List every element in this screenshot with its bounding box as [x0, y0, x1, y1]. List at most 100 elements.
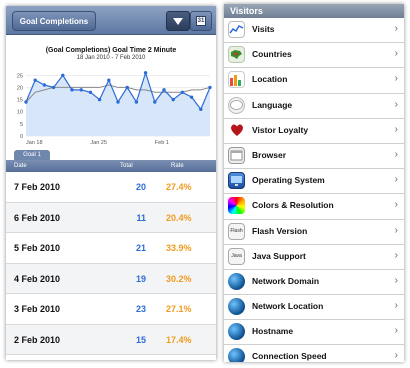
globe-icon	[228, 272, 245, 290]
dropdown-arrow-icon	[173, 17, 183, 25]
color-wheel-icon	[228, 197, 245, 215]
goal-table: 7 Feb 2010 20 27.4% 6 Feb 2010 11 20.4% …	[6, 172, 216, 355]
row-rate: 30.2%	[166, 273, 192, 284]
menu-item-label: Visits	[252, 24, 275, 34]
data-point	[33, 78, 37, 82]
calendar-button[interactable]: 31	[190, 11, 212, 31]
menu-item-label: Java Support	[252, 250, 306, 261]
menu-item-visitor-loyalty[interactable]: Vistor Loyalty ›	[224, 118, 404, 144]
row-total: 11	[136, 212, 146, 223]
row-total: 15	[135, 334, 146, 345]
chevron-right-icon: ›	[394, 199, 398, 211]
monitor-icon	[228, 172, 245, 190]
menu-item-label: Vistor Loyalty	[252, 124, 309, 135]
menu-item-colors-resolution[interactable]: Colors & Resolution ›	[224, 194, 404, 220]
menu-item-label: Network Location	[252, 301, 324, 312]
menu-item-label: Location	[252, 74, 288, 85]
data-point	[107, 78, 111, 82]
dropdown-button[interactable]	[166, 11, 190, 31]
menu-item-label: Colors & Resolution	[252, 200, 334, 211]
chevron-right-icon: ›	[394, 174, 398, 186]
menu-item-flash-version[interactable]: Flash Flash Version ›	[224, 219, 404, 245]
navigation-bar: Goal Completions 31	[6, 6, 216, 35]
menu-item-location[interactable]: Location ›	[224, 68, 404, 94]
menu-item-label: Hostname	[252, 326, 294, 337]
calendar-icon: 31	[196, 16, 206, 26]
back-button[interactable]: Goal Completions	[12, 11, 96, 31]
data-point	[88, 90, 93, 94]
data-point	[162, 88, 166, 92]
data-point	[61, 73, 65, 77]
data-point	[180, 90, 185, 94]
data-point	[153, 100, 157, 104]
tab-goal-1[interactable]: Goal 1	[14, 150, 50, 160]
menu-item-network-domain[interactable]: Network Domain ›	[224, 269, 404, 296]
chevron-right-icon: ›	[394, 73, 398, 85]
table-row[interactable]: 2 Feb 2010 15 17.4%	[6, 324, 216, 355]
column-header-total: Total	[120, 163, 133, 169]
table-row[interactable]: 3 Feb 2010 23 27.1%	[6, 294, 216, 325]
menu-item-browser[interactable]: Browser ›	[224, 143, 404, 170]
back-button-label: Goal Completions	[19, 16, 89, 26]
data-point	[51, 85, 56, 90]
menu-item-label: Network Domain	[252, 275, 320, 286]
data-point	[171, 97, 175, 102]
globe-icon	[228, 323, 245, 341]
menu-item-operating-system[interactable]: Operating System ›	[224, 169, 404, 195]
table-row[interactable]: 7 Feb 2010 20 27.4%	[6, 172, 216, 203]
java-icon: Java	[228, 247, 245, 265]
series-area	[26, 72, 210, 136]
data-point	[143, 71, 148, 75]
row-date: 5 Feb 2010	[14, 243, 61, 253]
menu-item-label: Flash Version	[252, 225, 308, 236]
chevron-right-icon: ›	[394, 350, 398, 362]
y-tick-label: 10	[17, 110, 23, 116]
language-icon	[228, 96, 245, 114]
chevron-right-icon: ›	[394, 300, 398, 312]
table-row[interactable]: 6 Feb 2010 11 20.4%	[6, 202, 216, 233]
menu-item-visits[interactable]: Visits ›	[224, 18, 404, 44]
menu-item-countries[interactable]: Countries ›	[224, 43, 404, 69]
data-point	[70, 88, 74, 92]
row-rate: 27.1%	[166, 304, 192, 314]
data-point	[116, 100, 120, 104]
x-tick-label: Feb 1	[155, 140, 169, 146]
data-point	[24, 100, 28, 104]
globe-icon	[228, 348, 245, 362]
countries-icon	[228, 46, 245, 64]
chevron-right-icon: ›	[394, 148, 398, 160]
data-point	[125, 85, 129, 90]
row-date: 2 Feb 2010	[14, 334, 61, 345]
data-point	[199, 107, 203, 111]
y-tick-label: 5	[20, 122, 23, 128]
section-header-visitors: Visitors	[224, 4, 404, 18]
menu-item-language[interactable]: Language ›	[224, 93, 404, 119]
chevron-right-icon: ›	[394, 274, 398, 286]
flash-icon: Flash	[228, 222, 245, 240]
chevron-right-icon: ›	[394, 23, 398, 34]
table-row[interactable]: 4 Feb 2010 19 30.2%	[6, 263, 216, 294]
goal-completions-screen: Goal Completions 31 (Goal Completions) G…	[6, 6, 216, 360]
chevron-right-icon: ›	[394, 123, 398, 135]
y-tick-label: 25	[17, 73, 23, 79]
table-row[interactable]: 5 Feb 2010 21 33.9%	[6, 233, 216, 264]
menu-item-network-location[interactable]: Network Location ›	[224, 295, 404, 321]
data-point	[79, 88, 83, 92]
menu-item-label: Language	[252, 99, 293, 110]
row-total: 19	[135, 273, 146, 284]
visits-icon	[228, 21, 245, 38]
menu-item-label: Browser	[252, 149, 287, 160]
row-date: 7 Feb 2010	[14, 182, 61, 192]
data-point	[208, 85, 212, 90]
menu-item-label: Countries	[252, 49, 292, 60]
globe-icon	[228, 298, 245, 316]
row-rate: 20.4%	[166, 212, 192, 223]
table-header: Date Total Rate	[6, 160, 216, 172]
column-header-date: Date	[14, 163, 27, 169]
menu-item-connection-speed[interactable]: Connection Speed ›	[224, 345, 404, 362]
menu-item-java-support[interactable]: Java Java Support ›	[224, 244, 404, 270]
goal-chart: (Goal Completions) Goal Time 2 Minute 18…	[6, 35, 216, 152]
row-date: 3 Feb 2010	[14, 304, 61, 314]
chevron-right-icon: ›	[394, 249, 398, 261]
menu-item-hostname[interactable]: Hostname ›	[224, 320, 404, 346]
